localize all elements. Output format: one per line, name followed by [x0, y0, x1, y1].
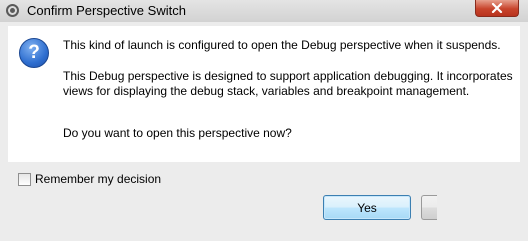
remember-decision-checkbox[interactable]	[18, 172, 31, 186]
question-icon: ?	[19, 38, 49, 68]
remember-decision-label: Remember my decision	[35, 172, 162, 186]
message-area: ? This kind of launch is configured to o…	[8, 26, 520, 162]
no-button[interactable]	[421, 195, 437, 220]
message-launch-config: This kind of launch is configured to ope…	[63, 38, 501, 52]
close-icon	[491, 3, 503, 13]
message-perspective-description: This Debug perspective is designed to su…	[63, 69, 513, 98]
yes-button[interactable]: Yes	[323, 195, 411, 220]
title-bar[interactable]: Confirm Perspective Switch	[0, 0, 528, 22]
window-title: Confirm Perspective Switch	[27, 3, 186, 18]
message-question: Do you want to open this perspective now…	[63, 126, 292, 140]
confirm-perspective-dialog: Confirm Perspective Switch ? This kind o…	[0, 0, 528, 241]
close-button[interactable]	[475, 0, 519, 17]
remember-decision-option[interactable]: Remember my decision	[18, 172, 161, 186]
eclipse-icon	[6, 4, 19, 17]
